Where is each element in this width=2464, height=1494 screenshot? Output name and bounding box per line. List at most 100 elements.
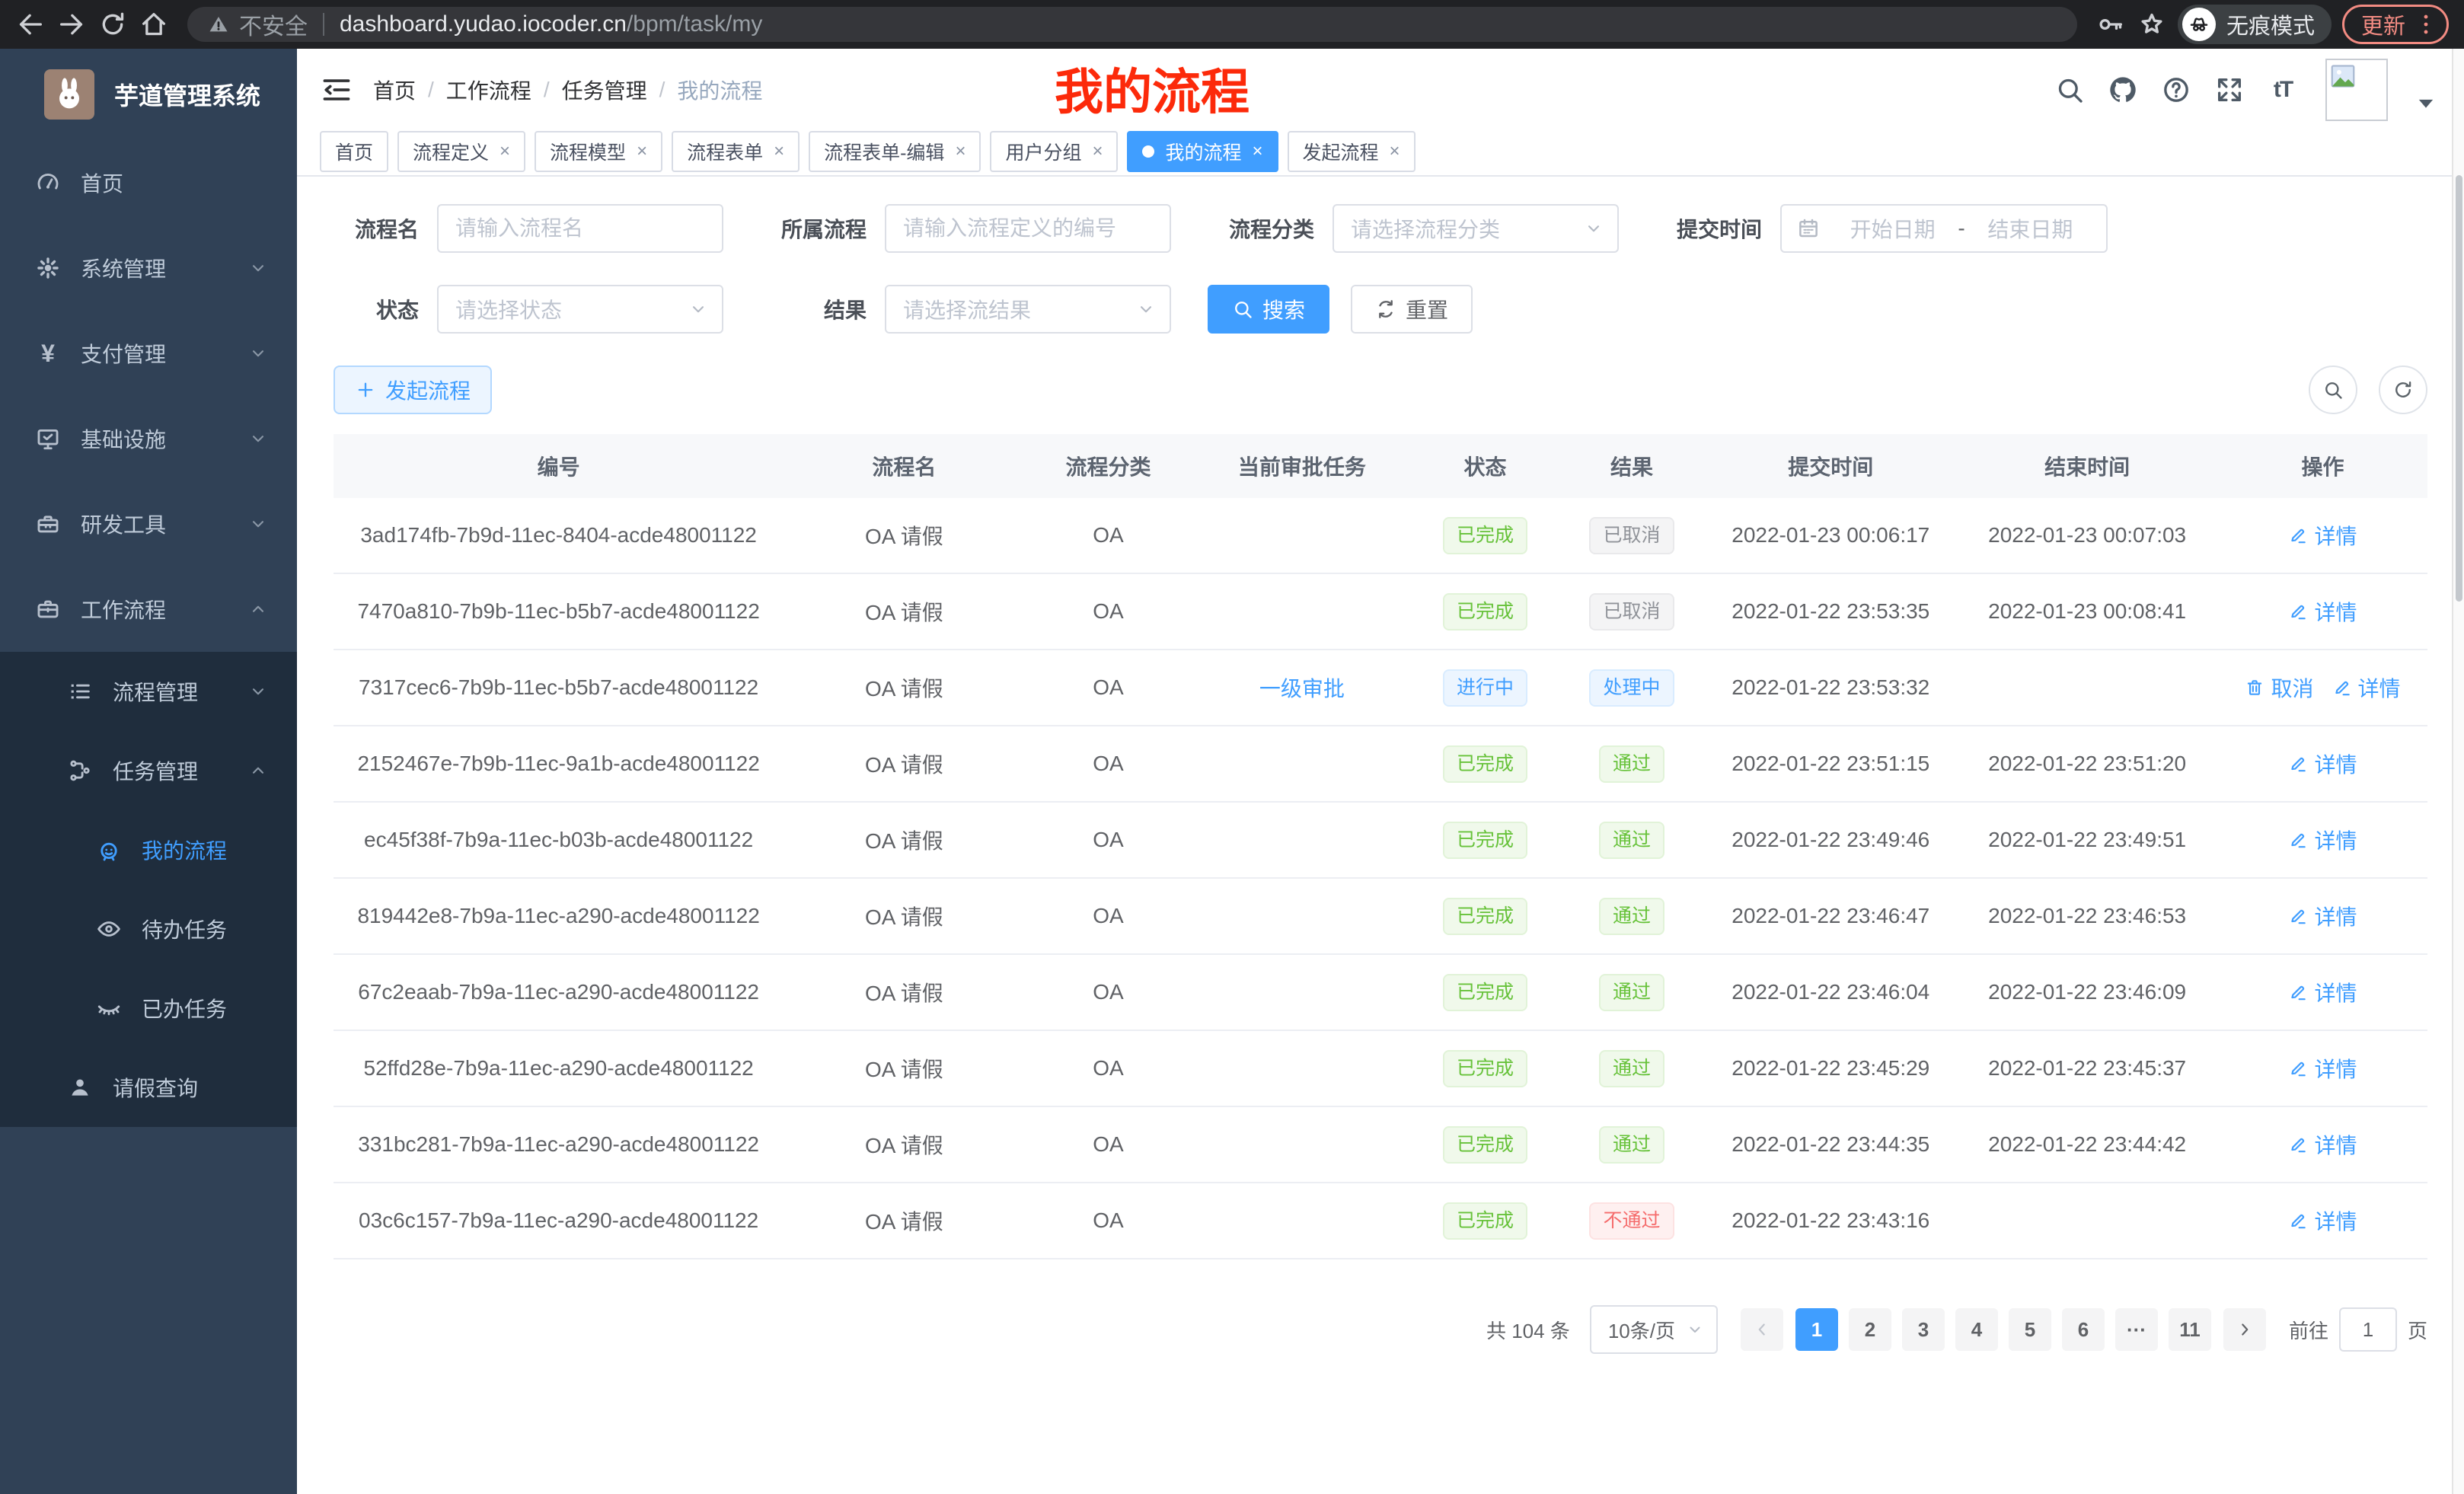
sidebar-item-done-tasks[interactable]: 已办任务 — [0, 969, 297, 1048]
page-button-6[interactable]: 6 — [2062, 1308, 2105, 1351]
tab-process-model[interactable]: 流程模型× — [535, 131, 662, 172]
toggle-search-button[interactable] — [2309, 366, 2357, 414]
scrollbar[interactable] — [2452, 49, 2464, 1494]
cell-end-time: 2022-01-22 23:46:09 — [1956, 980, 2218, 1004]
sidebar-item-task-mgmt[interactable]: 任务管理 — [0, 731, 297, 810]
forward-icon[interactable] — [56, 9, 87, 40]
cell-actions: 详情 — [2218, 749, 2427, 779]
action-cancel[interactable]: 取消 — [2245, 672, 2313, 703]
reload-icon[interactable] — [97, 9, 128, 40]
caret-down-icon[interactable] — [2411, 88, 2441, 118]
action-detail[interactable]: 详情 — [2288, 1053, 2357, 1084]
breadcrumb-item-task-mgmt[interactable]: 任务管理 — [562, 75, 647, 105]
sidebar-item-home[interactable]: 首页 — [0, 140, 297, 225]
reset-button[interactable]: 重置 — [1351, 285, 1473, 334]
search-button[interactable]: 搜索 — [1208, 285, 1329, 334]
github-icon[interactable] — [2108, 75, 2138, 105]
page-ellipsis[interactable]: ··· — [2115, 1308, 2158, 1351]
sidebar-item-payment[interactable]: ¥支付管理 — [0, 311, 297, 396]
scrollbar-thumb[interactable] — [2456, 175, 2462, 602]
search-button-label: 搜索 — [1262, 294, 1305, 324]
tab-user-group[interactable]: 用户分组× — [990, 131, 1118, 172]
status-select[interactable]: 请选择状态 — [437, 285, 723, 334]
font-size-icon[interactable]: tT — [2268, 75, 2298, 105]
key-icon[interactable] — [2095, 9, 2126, 40]
current-task-link[interactable]: 一级审批 — [1259, 677, 1345, 701]
tab-close-icon[interactable]: × — [1253, 142, 1263, 161]
jump-input[interactable] — [2339, 1307, 2397, 1352]
tab-close-icon[interactable]: × — [637, 142, 647, 161]
action-detail[interactable]: 详情 — [2288, 901, 2357, 931]
page-button-1[interactable]: 1 — [1795, 1308, 1838, 1351]
sidebar-item-todo-tasks[interactable]: 待办任务 — [0, 889, 297, 969]
more-vert-icon[interactable] — [2413, 11, 2439, 37]
status-badge: 已完成 — [1443, 1126, 1527, 1164]
create-process-button[interactable]: 发起流程 — [334, 366, 492, 414]
avatar[interactable] — [2325, 59, 2388, 121]
process-definition-input[interactable] — [885, 204, 1171, 253]
tab-my-process[interactable]: 我的流程× — [1127, 131, 1278, 172]
sidebar-item-workflow[interactable]: 工作流程 — [0, 567, 297, 652]
page-button-4[interactable]: 4 — [1955, 1308, 1998, 1351]
action-detail[interactable]: 详情 — [2288, 1129, 2357, 1160]
tab-home[interactable]: 首页 — [320, 131, 388, 172]
home-icon[interactable] — [139, 9, 169, 40]
sidebar-item-system[interactable]: 系统管理 — [0, 225, 297, 311]
action-detail[interactable]: 详情 — [2288, 977, 2357, 1007]
next-page-button[interactable] — [2223, 1308, 2266, 1351]
action-detail[interactable]: 详情 — [2288, 825, 2357, 855]
prev-page-button[interactable] — [1741, 1308, 1783, 1351]
tab-close-icon[interactable]: × — [1092, 142, 1103, 161]
submit-time-range[interactable]: 开始日期 - 结束日期 — [1780, 204, 2108, 253]
sidebar-item-leave-query[interactable]: 请假查询 — [0, 1048, 297, 1127]
page-button-2[interactable]: 2 — [1849, 1308, 1891, 1351]
tab-label: 流程定义 — [413, 138, 489, 165]
cell-id: ec45f38f-7b9a-11ec-b03b-acde48001122 — [334, 828, 784, 852]
cell-result: 通过 — [1559, 974, 1706, 1011]
process-name-input[interactable] — [437, 204, 723, 253]
back-icon[interactable] — [15, 9, 46, 40]
breadcrumb-item-home[interactable]: 首页 — [373, 75, 416, 105]
action-detail[interactable]: 详情 — [2288, 520, 2357, 551]
tab-label: 首页 — [335, 138, 373, 165]
cell-actions: 详情 — [2218, 825, 2427, 855]
chevron-down-icon — [248, 343, 268, 363]
url-bar[interactable]: 不安全 dashboard.yudao.iocoder.cn/bpm/task/… — [187, 7, 2077, 42]
sidebar-item-process-mgmt[interactable]: 流程管理 — [0, 652, 297, 731]
header-search-icon[interactable] — [2054, 75, 2085, 105]
tab-close-icon[interactable]: × — [1390, 142, 1400, 161]
cell-category: OA — [1025, 828, 1192, 852]
action-detail[interactable]: 详情 — [2332, 672, 2401, 703]
category-select[interactable]: 请选择流程分类 — [1333, 204, 1619, 253]
sidebar-toggle-icon[interactable] — [320, 73, 353, 107]
cell-name: OA 请假 — [784, 1205, 1024, 1236]
breadcrumb-item-workflow[interactable]: 工作流程 — [446, 75, 531, 105]
refresh-button[interactable] — [2379, 366, 2427, 414]
page-button-5[interactable]: 5 — [2009, 1308, 2051, 1351]
sidebar-item-my-process[interactable]: 我的流程 — [0, 810, 297, 889]
action-detail[interactable]: 详情 — [2288, 596, 2357, 627]
tab-process-definition[interactable]: 流程定义 × — [397, 131, 525, 172]
help-icon[interactable] — [2161, 75, 2191, 105]
sidebar-item-label: 待办任务 — [142, 914, 227, 944]
tab-process-form[interactable]: 流程表单× — [672, 131, 800, 172]
sidebar-item-infrastructure[interactable]: 基础设施 — [0, 396, 297, 481]
result-select[interactable]: 请选择流结果 — [885, 285, 1171, 334]
page-button-11[interactable]: 11 — [2169, 1308, 2211, 1351]
page-size-select[interactable]: 10条/页 — [1590, 1305, 1718, 1354]
sidebar-item-dev-tools[interactable]: 研发工具 — [0, 481, 297, 567]
update-button[interactable]: 更新 — [2342, 5, 2449, 44]
tab-close-icon[interactable]: × — [955, 142, 965, 161]
action-detail[interactable]: 详情 — [2288, 1205, 2357, 1236]
tab-start-process[interactable]: 发起流程× — [1288, 131, 1416, 172]
page-button-3[interactable]: 3 — [1902, 1308, 1945, 1351]
tab-process-form-edit[interactable]: 流程表单-编辑× — [809, 131, 981, 172]
result-badge: 通过 — [1599, 974, 1664, 1011]
tab-close-icon[interactable]: × — [500, 142, 510, 161]
result-badge: 通过 — [1599, 822, 1664, 859]
chevron-up-icon — [248, 761, 268, 781]
bookmark-star-icon[interactable] — [2137, 9, 2167, 40]
tab-close-icon[interactable]: × — [774, 142, 784, 161]
action-detail[interactable]: 详情 — [2288, 749, 2357, 779]
fullscreen-icon[interactable] — [2214, 75, 2245, 105]
